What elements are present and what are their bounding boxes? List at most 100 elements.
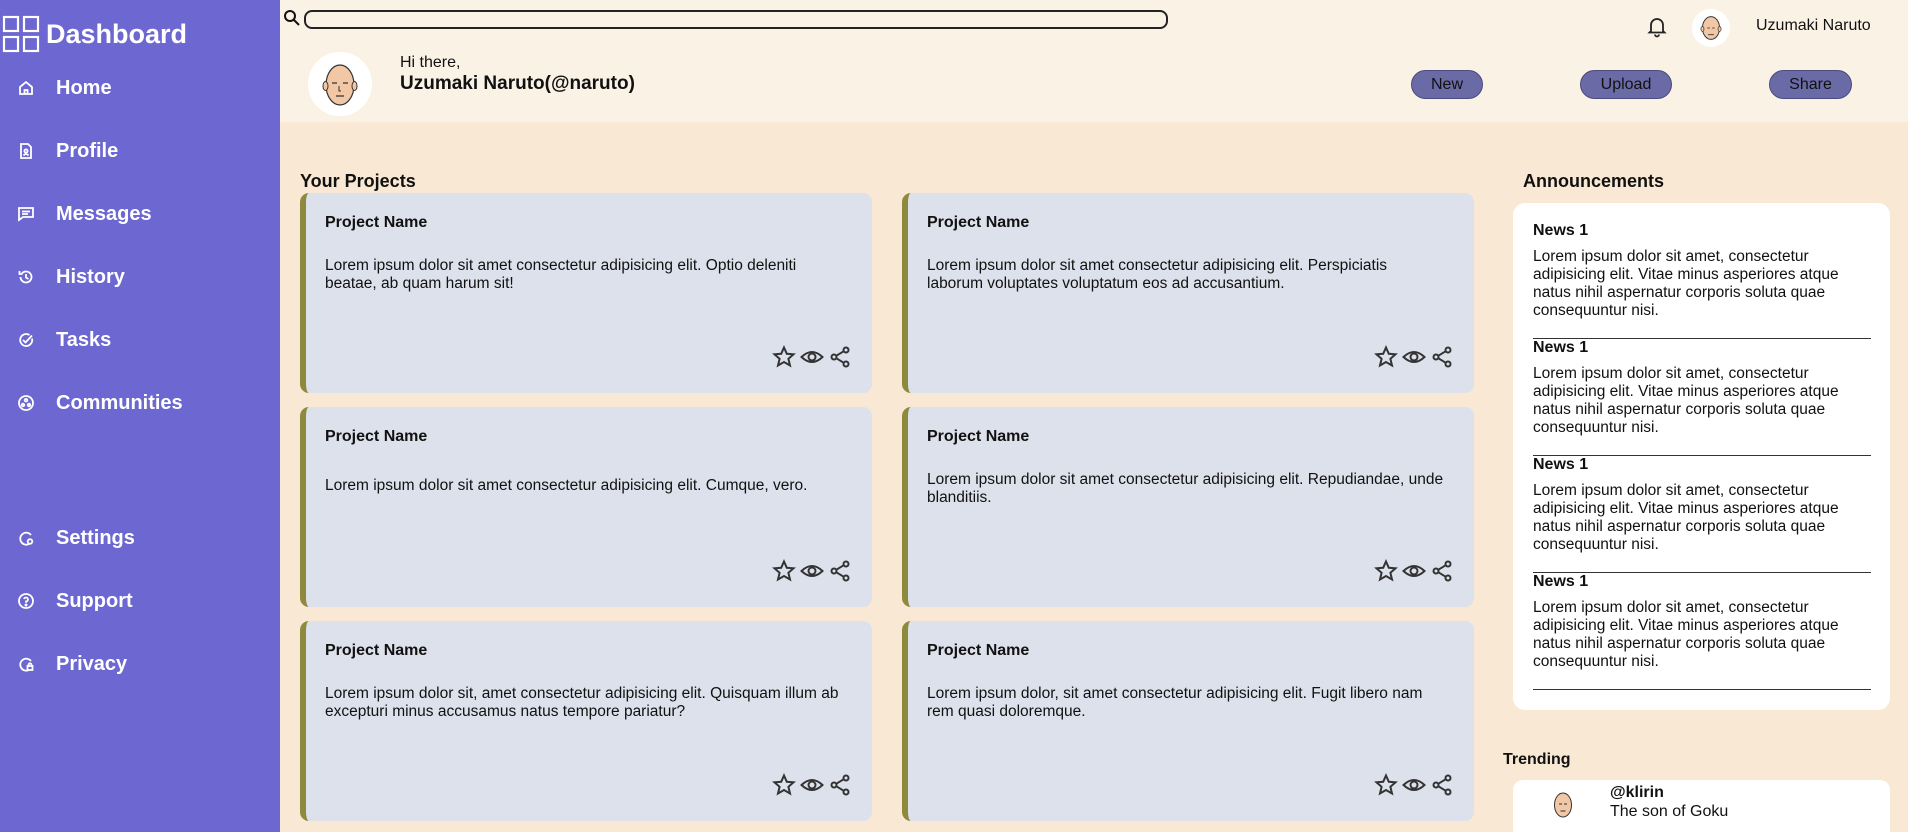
share-icon[interactable]	[1430, 345, 1454, 369]
sidebar-item-tasks[interactable]: Tasks	[0, 320, 280, 360]
share-icon[interactable]	[1430, 773, 1454, 797]
header: Uzumaki Naruto Hi there, Uzumaki Naruto(…	[280, 0, 1908, 122]
sidebar-item-label: Settings	[56, 526, 135, 549]
dashboard-grid-icon	[2, 15, 40, 53]
eye-icon[interactable]	[800, 345, 824, 369]
brand-title: Dashboard	[46, 18, 188, 49]
user-handle: Uzumaki Naruto(@naruto)	[400, 73, 635, 94]
project-actions	[1374, 559, 1454, 583]
project-card[interactable]: Project Name Lorem ipsum dolor sit amet …	[902, 407, 1474, 607]
messages-icon	[0, 205, 52, 223]
profile-icon	[0, 142, 52, 160]
trending-bio: The son of Goku	[1610, 803, 1729, 820]
news-title: News 1	[1533, 222, 1589, 239]
trending-handle: @klirin	[1610, 784, 1664, 801]
sidebar-item-home[interactable]: Home	[0, 68, 280, 108]
project-name: Project Name	[325, 214, 428, 231]
star-icon[interactable]	[772, 773, 796, 797]
news-item[interactable]: News 1 Lorem ipsum dolor sit amet, conse…	[1533, 222, 1871, 320]
projects-heading: Your Projects	[300, 171, 416, 191]
project-actions	[772, 559, 852, 583]
project-description: Lorem ipsum dolor sit amet consectetur a…	[927, 471, 1444, 506]
tasks-icon	[0, 331, 52, 349]
project-actions	[772, 345, 852, 369]
settings-icon	[0, 529, 52, 547]
eye-icon[interactable]	[1402, 345, 1426, 369]
share-icon[interactable]	[828, 773, 852, 797]
project-card[interactable]: Project Name Lorem ipsum dolor sit amet …	[300, 193, 872, 393]
eye-icon[interactable]	[1402, 559, 1426, 583]
news-title: News 1	[1533, 456, 1589, 473]
share-button[interactable]: Share	[1769, 70, 1852, 99]
search-icon[interactable]	[283, 9, 301, 27]
communities-icon	[0, 394, 52, 412]
sidebar-item-messages[interactable]: Messages	[0, 194, 280, 234]
project-description: Lorem ipsum dolor sit amet consectetur a…	[325, 257, 797, 292]
share-icon[interactable]	[828, 345, 852, 369]
announcements-heading: Announcements	[1523, 171, 1665, 191]
support-icon	[0, 592, 52, 610]
sidebar-item-history[interactable]: History	[0, 257, 280, 297]
trending-item[interactable]: @klirin The son of Goku	[1513, 780, 1890, 832]
eye-icon[interactable]	[800, 773, 824, 797]
news-item[interactable]: News 1 Lorem ipsum dolor sit amet, conse…	[1533, 573, 1871, 671]
sidebar-item-privacy[interactable]: Privacy	[0, 644, 280, 684]
sidebar-item-label: Communities	[56, 391, 183, 414]
news-title: News 1	[1533, 573, 1589, 590]
project-card[interactable]: Project Name Lorem ipsum dolor, sit amet…	[902, 621, 1474, 821]
star-icon[interactable]	[772, 559, 796, 583]
brand[interactable]: Dashboard	[0, 0, 280, 68]
privacy-icon	[0, 655, 52, 673]
news-body: Lorem ipsum dolor sit amet, consectetur …	[1533, 599, 1839, 670]
project-card[interactable]: Project Name Lorem ipsum dolor sit amet …	[902, 193, 1474, 393]
project-description: Lorem ipsum dolor, sit amet consectetur …	[927, 685, 1423, 720]
eye-icon[interactable]	[1402, 773, 1426, 797]
project-actions	[1374, 345, 1454, 369]
project-card[interactable]: Project Name Lorem ipsum dolor sit, amet…	[300, 621, 872, 821]
sidebar-item-label: Privacy	[56, 652, 128, 675]
sidebar-item-label: Support	[56, 589, 133, 612]
share-icon[interactable]	[1430, 559, 1454, 583]
news-item[interactable]: News 1 Lorem ipsum dolor sit amet, conse…	[1533, 339, 1871, 437]
eye-icon[interactable]	[800, 559, 824, 583]
sidebar-item-label: History	[56, 265, 125, 288]
project-actions	[1374, 773, 1454, 797]
project-card[interactable]: Project Name Lorem ipsum dolor sit amet …	[300, 407, 872, 607]
project-description: Lorem ipsum dolor sit amet consectetur a…	[927, 257, 1388, 292]
upload-button[interactable]: Upload	[1580, 70, 1672, 99]
star-icon[interactable]	[1374, 345, 1398, 369]
bell-icon[interactable]	[1645, 14, 1669, 38]
star-icon[interactable]	[772, 345, 796, 369]
sidebar-item-communities[interactable]: Communities	[0, 383, 280, 423]
project-name: Project Name	[927, 642, 1030, 659]
sidebar: Dashboard Home Profile Messages History …	[0, 0, 280, 832]
profile-avatar	[308, 52, 372, 116]
project-name: Project Name	[927, 214, 1030, 231]
avatar	[1545, 787, 1581, 823]
news-item[interactable]: News 1 Lorem ipsum dolor sit amet, conse…	[1533, 456, 1871, 554]
announcements-panel: News 1 Lorem ipsum dolor sit amet, conse…	[1513, 203, 1890, 710]
sidebar-item-label: Tasks	[56, 328, 112, 351]
star-icon[interactable]	[1374, 773, 1398, 797]
share-icon[interactable]	[828, 559, 852, 583]
avatar[interactable]	[1692, 9, 1730, 47]
project-name: Project Name	[325, 428, 428, 445]
divider	[1533, 689, 1871, 690]
news-body: Lorem ipsum dolor sit amet, consectetur …	[1533, 482, 1839, 553]
sidebar-item-profile[interactable]: Profile	[0, 131, 280, 171]
news-body: Lorem ipsum dolor sit amet, consectetur …	[1533, 365, 1839, 436]
sidebar-item-support[interactable]: Support	[0, 581, 280, 621]
star-icon[interactable]	[1374, 559, 1398, 583]
project-name: Project Name	[325, 642, 428, 659]
sidebar-item-label: Messages	[56, 202, 152, 225]
search-input[interactable]	[304, 10, 1168, 29]
user-name[interactable]: Uzumaki Naruto	[1756, 17, 1871, 35]
sidebar-item-label: Profile	[56, 139, 119, 162]
sidebar-item-label: Home	[56, 76, 112, 99]
sidebar-item-settings[interactable]: Settings	[0, 518, 280, 558]
project-description: Lorem ipsum dolor sit, amet consectetur …	[325, 685, 839, 720]
project-description: Lorem ipsum dolor sit amet consectetur a…	[325, 477, 808, 494]
history-icon	[0, 268, 52, 286]
new-button[interactable]: New	[1411, 70, 1483, 99]
news-title: News 1	[1533, 339, 1589, 356]
